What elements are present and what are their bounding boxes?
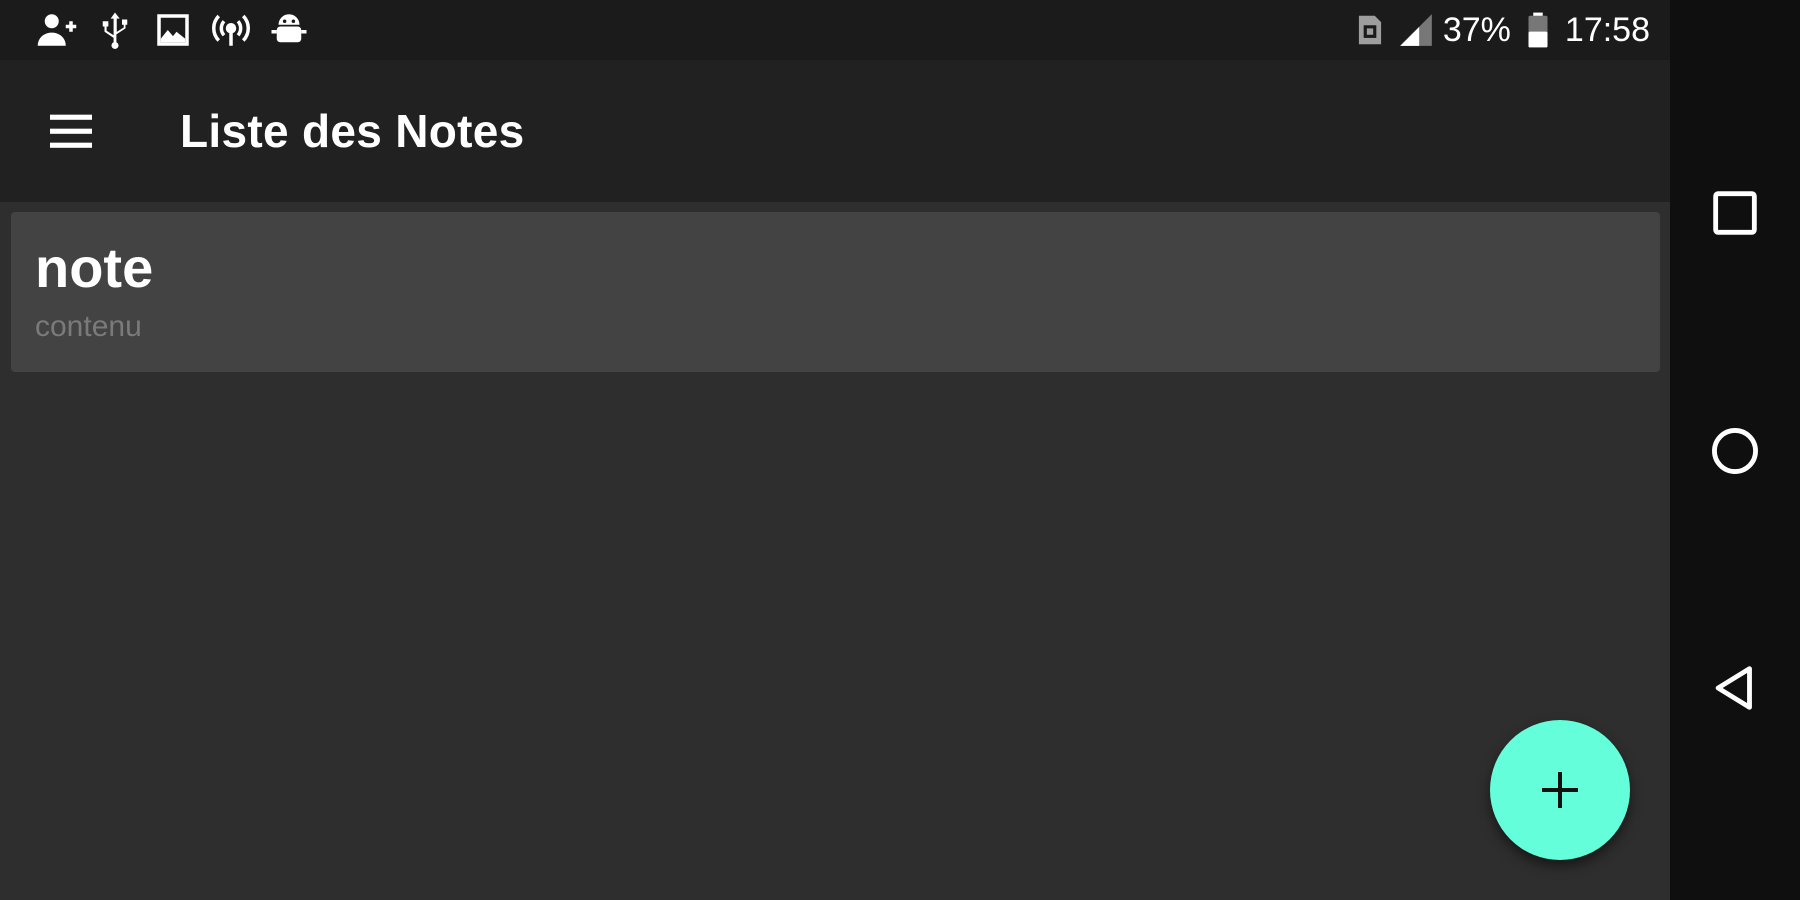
- hamburger-menu-icon[interactable]: [36, 96, 106, 166]
- home-icon: [1712, 428, 1758, 474]
- back-icon: [1715, 666, 1752, 710]
- home-button[interactable]: [1700, 416, 1770, 486]
- wifi-hotspot-icon: [210, 9, 252, 51]
- battery-percent: 37%: [1442, 10, 1511, 49]
- clock: 17:58: [1564, 10, 1650, 49]
- status-notification-icons: [36, 9, 310, 51]
- app-screen: 37% 17:58 Liste des Notes note contenu: [0, 0, 1670, 900]
- status-system-info: 37% 17:58: [1351, 11, 1650, 50]
- recent-apps-button[interactable]: [1700, 178, 1770, 248]
- app-bar: Liste des Notes: [0, 60, 1670, 202]
- back-button[interactable]: [1700, 653, 1770, 723]
- note-content: contenu: [35, 310, 142, 343]
- page-title: Liste des Notes: [180, 105, 525, 157]
- add-note-button[interactable]: [1490, 720, 1630, 860]
- plus-icon: [1542, 772, 1578, 808]
- note-title: note: [35, 236, 154, 299]
- image-icon: [152, 9, 194, 51]
- recent-apps-icon: [1713, 191, 1757, 235]
- note-list-item[interactable]: note contenu: [11, 212, 1660, 372]
- status-bar: 37% 17:58: [0, 0, 1670, 60]
- no-sim-icon: [1351, 11, 1389, 49]
- usb-icon: [94, 9, 136, 51]
- person-add-icon: [36, 9, 78, 51]
- android-debug-icon: [268, 9, 310, 51]
- navigation-bar: [1670, 0, 1800, 900]
- battery-icon: [1519, 11, 1557, 49]
- signal-icon: [1397, 11, 1435, 49]
